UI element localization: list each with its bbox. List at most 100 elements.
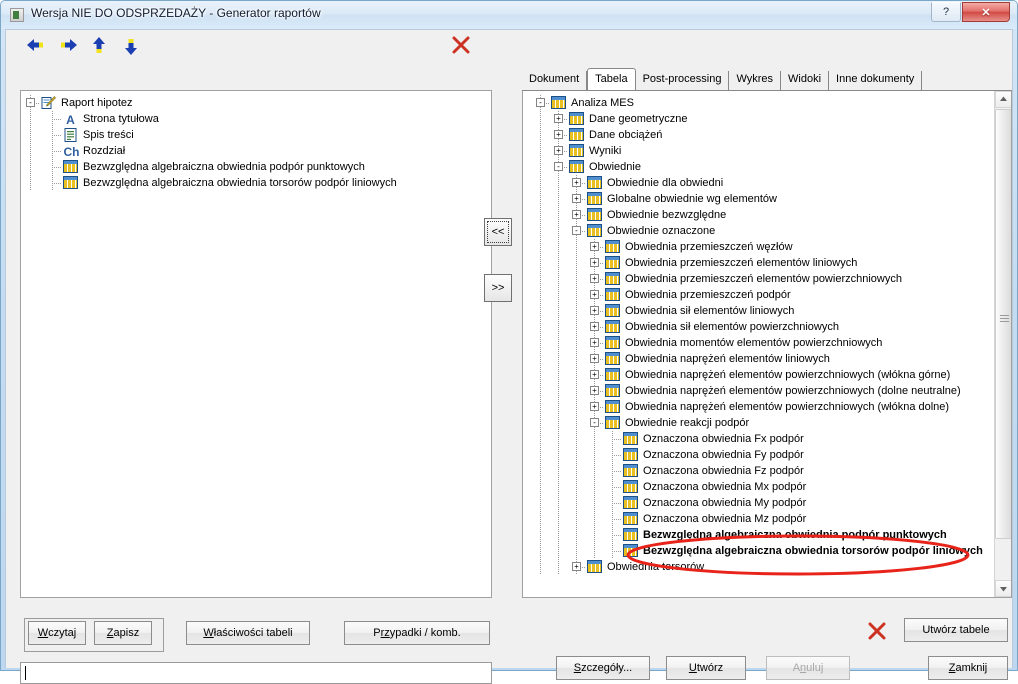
table-properties-button[interactable]: Właściwości tabeli [186,621,310,645]
create-button[interactable]: Utwórz [666,656,746,680]
expand-icon[interactable]: + [554,146,563,155]
expand-icon[interactable]: + [590,402,599,411]
tree-node[interactable]: + Obwiednia sił elementów powierzchniowyc… [523,319,995,335]
available-tables-tree[interactable]: - Analiza MES + Dane geometryczne + Dane obci… [522,91,1012,598]
tree-node[interactable]: + Obwiednia sił elementów liniowych [523,303,995,319]
tree-node[interactable]: - Raport hipotez [21,95,491,111]
expand-icon[interactable]: + [590,322,599,331]
details-button[interactable]: Szczegóły... [556,656,650,680]
clear-table-icon[interactable] [866,620,888,642]
tree-node[interactable]: Bezwzględna algebraiczna obwiednia torso… [21,175,491,191]
tree-node[interactable]: + Obwiednie dla obwiedni [523,175,995,191]
expand-icon[interactable]: + [590,242,599,251]
tab-dokument[interactable]: Dokument [522,71,588,90]
expand-icon[interactable]: + [554,130,563,139]
tree-node[interactable]: + Obwiednia przemieszczeń węzłów [523,239,995,255]
forward-arrow-icon[interactable] [58,36,80,56]
create-table-button[interactable]: Utwórz tabele [904,618,1008,642]
remove-from-report-button[interactable]: >> [484,274,512,302]
scroll-thumb[interactable] [995,109,1011,539]
tree-node[interactable]: - Obwiednie reakcji podpór [523,415,995,431]
tree-node[interactable]: Spis treści [21,127,491,143]
tree-node[interactable]: Oznaczona obwiednia Mx podpór [523,479,995,495]
tree-guide-line [594,431,595,447]
expand-icon[interactable]: + [590,290,599,299]
tree-node[interactable]: Oznaczona obwiednia Mz podpór [523,511,995,527]
close-dialog-button[interactable]: Zamknij [928,656,1008,680]
expand-icon[interactable]: + [590,306,599,315]
tree-guide-line [540,559,541,575]
tree-node[interactable]: - Obwiednie oznaczone [523,223,995,239]
tree-node[interactable]: Bezwzględna algebraiczna obwiednia torso… [523,543,995,559]
tree-node[interactable]: + Dane geometryczne [523,111,995,127]
tree-node[interactable]: + Dane obciążeń [523,127,995,143]
close-window-button[interactable]: ✕ [962,2,1010,22]
tree-node[interactable]: + Obwiednie bezwzględne [523,207,995,223]
cases-combinations-button[interactable]: Przypadki / komb. [344,621,490,645]
expand-icon[interactable]: + [572,178,581,187]
tree-node-label: Obwiednie reakcji podpór [625,417,750,429]
collapse-icon[interactable]: - [536,98,545,107]
tree-node[interactable]: + Obwiednia naprężeń elementów powierzchn… [523,399,995,415]
expand-icon[interactable]: + [572,562,581,571]
tree-guide-connector [612,551,621,552]
tree-guide-line [540,319,541,335]
collapse-icon[interactable]: - [590,418,599,427]
chapter-ch-icon: Ch [63,144,80,158]
collapse-icon[interactable]: - [26,98,35,107]
down-arrow-icon[interactable] [122,36,144,56]
tree-node[interactable]: - Obwiednie [523,159,995,175]
expand-icon[interactable]: + [572,210,581,219]
tree-node[interactable]: + Obwiednia naprężeń elementów powierzchn… [523,383,995,399]
tree-node[interactable]: + Wyniki [523,143,995,159]
collapse-icon[interactable]: - [554,162,563,171]
expand-icon[interactable]: + [590,354,599,363]
tree-node[interactable]: + Obwiednia torsorów [523,559,995,575]
tree-node[interactable]: A Strona tytułowa [21,111,491,127]
add-to-report-button[interactable]: << [484,218,512,246]
status-input[interactable] [20,662,492,684]
collapse-icon[interactable]: - [572,226,581,235]
expand-icon[interactable]: + [590,258,599,267]
load-button[interactable]: Wczytaj [28,621,86,645]
expand-icon[interactable]: + [590,338,599,347]
tree-node[interactable]: + Obwiednia przemieszczeń podpór [523,287,995,303]
tree-node-label: Dane obciążeń [589,129,663,141]
tree-guide-line [540,287,541,303]
save-button[interactable]: Zapisz [94,621,152,645]
expand-icon[interactable]: + [590,386,599,395]
tree-node[interactable]: + Obwiednia przemieszczeń elementów powie… [523,271,995,287]
help-button[interactable]: ? [931,2,961,22]
expand-icon[interactable]: + [590,274,599,283]
tree-node[interactable]: Oznaczona obwiednia Fz podpór [523,463,995,479]
tree-node[interactable]: Oznaczona obwiednia Fx podpór [523,431,995,447]
tab-post-processing[interactable]: Post-processing [636,71,730,90]
expand-icon[interactable]: + [554,114,563,123]
tree-node[interactable]: + Globalne obwiednie wg elementów [523,191,995,207]
delete-node-icon[interactable] [450,34,472,54]
report-structure-tree[interactable]: - Raport hipotez A Strona tytułowa Spis treś… [20,90,492,598]
tree-node[interactable]: Bezwzględna algebraiczna obwiednia podpó… [523,527,995,543]
tab-wykres[interactable]: Wykres [729,71,782,90]
tree-node[interactable]: + Obwiednia przemieszczeń elementów linio… [523,255,995,271]
up-arrow-icon[interactable] [90,36,112,56]
expand-icon[interactable]: + [590,370,599,379]
tree-node[interactable]: + Obwiednia momentów elementów powierzchn… [523,335,995,351]
tab-tabela[interactable]: Tabela [587,68,636,91]
expand-icon[interactable]: + [572,194,581,203]
tree-node[interactable]: - Analiza MES [523,95,995,111]
tree-node[interactable]: + Obwiednia naprężeń elementów powierzchn… [523,367,995,383]
tree-node[interactable]: Bezwzględna algebraiczna obwiednia podpó… [21,159,491,175]
tree-node[interactable]: Oznaczona obwiednia Fy podpór [523,447,995,463]
back-arrow-icon[interactable] [26,36,48,56]
scroll-down-button[interactable] [995,580,1011,597]
toolbar [10,32,490,60]
tab-inne-dokumenty[interactable]: Inne dokumenty [829,71,923,90]
cancel-button-label: Anuluj [792,662,824,674]
tree-scrollbar[interactable] [994,91,1011,597]
tree-node[interactable]: Ch Rozdział [21,143,491,159]
tab-widoki[interactable]: Widoki [781,71,830,90]
tree-node[interactable]: Oznaczona obwiednia My podpór [523,495,995,511]
tree-node[interactable]: + Obwiednia naprężeń elementów liniowych [523,351,995,367]
scroll-up-button[interactable] [995,91,1011,108]
